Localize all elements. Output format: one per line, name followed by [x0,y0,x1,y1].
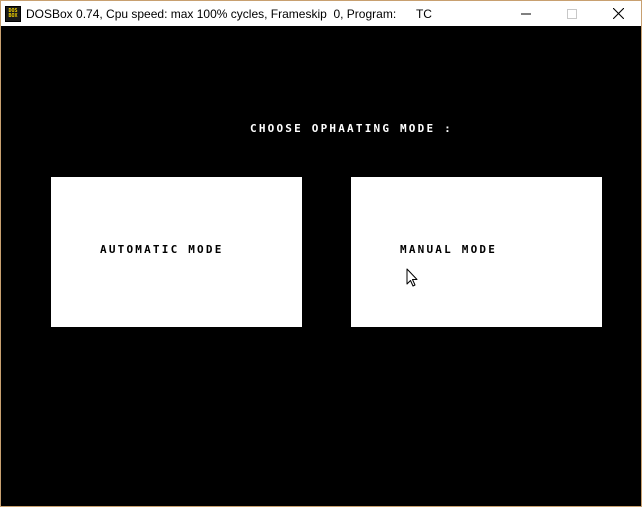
dosbox-window: DOS BOX DOSBox 0.74, Cpu speed: max 100%… [0,0,642,507]
mouse-pointer-icon [406,268,418,287]
maximize-icon [567,8,577,19]
maximize-button [549,1,595,26]
window-title: DOSBox 0.74, Cpu speed: max 100% cycles,… [26,6,432,21]
close-button[interactable] [595,1,641,26]
app-icon-text-bottom: BOX [8,12,18,19]
minimize-icon [521,13,531,14]
automatic-mode-button[interactable]: AUTOMATIC MODE [51,177,302,327]
window-controls [503,1,641,26]
dos-screen[interactable]: CHOOSE OPHAATING MODE : AUTOMATIC MODE M… [1,26,641,506]
close-icon [612,8,624,19]
dosbox-app-icon[interactable]: DOS BOX [5,5,21,22]
mode-prompt-heading: CHOOSE OPHAATING MODE : [250,122,453,135]
manual-mode-button[interactable]: MANUAL MODE [351,177,602,327]
automatic-mode-label: AUTOMATIC MODE [100,243,224,256]
title-bar[interactable]: DOS BOX DOSBox 0.74, Cpu speed: max 100%… [1,1,641,26]
manual-mode-label: MANUAL MODE [400,243,498,256]
minimize-button[interactable] [503,1,549,26]
